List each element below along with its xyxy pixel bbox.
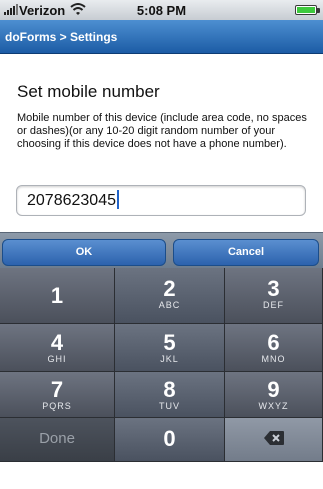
key-8[interactable]: 8 TUV: [115, 372, 225, 418]
key-3[interactable]: 3 DEF: [225, 268, 323, 324]
key-4[interactable]: 4 GHI: [0, 324, 115, 372]
key-2[interactable]: 2 ABC: [115, 268, 225, 324]
phone-screen: Verizon 5:08 PM doForms > Settings Set m…: [0, 0, 323, 489]
mobile-number-value: 2078623045: [27, 192, 116, 209]
page-title: Set mobile number: [17, 82, 160, 101]
key-1[interactable]: 1: [0, 268, 115, 324]
mobile-number-input[interactable]: 2078623045: [16, 185, 306, 216]
settings-form: Set mobile number Mobile number of this …: [0, 54, 323, 232]
nav-bar: doForms > Settings: [0, 20, 323, 54]
action-bar: OK Cancel: [0, 232, 323, 268]
help-text: Mobile number of this device (include ar…: [17, 112, 307, 150]
battery-fill: [297, 7, 315, 13]
delete-key[interactable]: [225, 418, 323, 462]
backspace-icon: [263, 431, 284, 445]
clock: 5:08 PM: [136, 3, 187, 18]
key-5[interactable]: 5 JKL: [115, 324, 225, 372]
bottom-edge: [0, 462, 323, 489]
ok-button[interactable]: OK: [2, 239, 166, 266]
cancel-button[interactable]: Cancel: [173, 239, 319, 266]
key-6[interactable]: 6 MNO: [225, 324, 323, 372]
breadcrumb[interactable]: doForms > Settings: [5, 30, 117, 44]
done-key[interactable]: Done: [0, 418, 115, 462]
key-7[interactable]: 7 PQRS: [0, 372, 115, 418]
numeric-keypad: 1 2 ABC 3 DEF 4 GHI 5 JKL 6 MNO 7 PQRS 8…: [0, 268, 323, 489]
text-cursor: [116, 190, 119, 209]
key-0[interactable]: 0: [115, 418, 225, 462]
status-bar: Verizon 5:08 PM: [0, 0, 323, 20]
key-9[interactable]: 9 WXYZ: [225, 372, 323, 418]
battery-icon: [295, 5, 320, 15]
